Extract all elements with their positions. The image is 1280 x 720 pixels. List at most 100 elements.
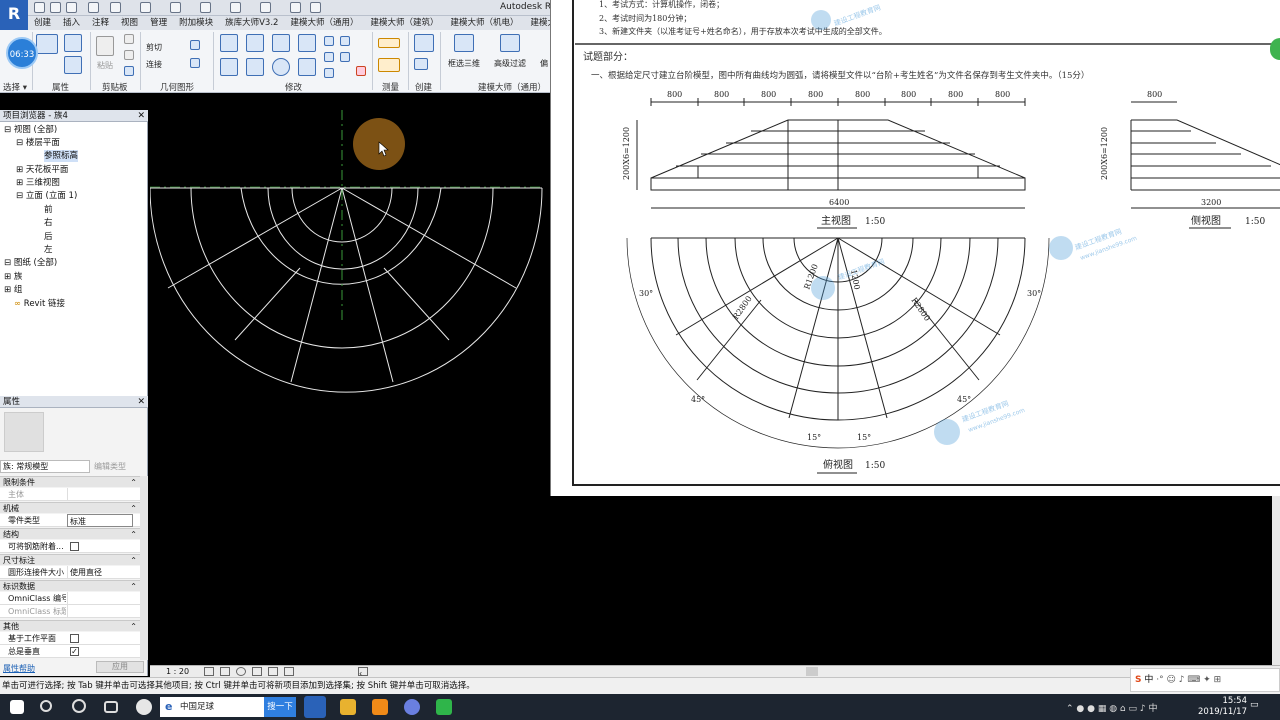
tab-insert[interactable]: 插入 — [57, 16, 86, 30]
advanced-filter-icon[interactable] — [500, 34, 520, 52]
tree-item-elevations[interactable]: ⊟ 立面 (立面 1) — [16, 190, 77, 202]
group-other[interactable]: 其他 ⌃ — [0, 620, 140, 631]
measure-distance-icon[interactable] — [378, 38, 400, 48]
group-dimensions[interactable]: 尺寸标注 ⌃ — [0, 554, 140, 565]
tab-modeling-arch[interactable]: 建模大师（建筑） — [364, 16, 444, 30]
group-constraints[interactable]: 限制条件 ⌃ — [0, 476, 140, 487]
cut-clip-icon[interactable] — [124, 50, 134, 60]
circle-size-field[interactable]: 使用直径 — [67, 566, 133, 579]
canvas-scrollbar[interactable] — [1272, 496, 1280, 665]
taskbar-search-input[interactable]: 中国足球 — [160, 697, 264, 717]
file-explorer-icon[interactable] — [340, 699, 356, 715]
tree-item-back[interactable]: 后 — [44, 231, 53, 243]
trim-icon[interactable] — [298, 58, 316, 76]
scale-icon[interactable] — [340, 36, 350, 46]
shadows-icon[interactable] — [252, 667, 262, 676]
crop-icon[interactable] — [268, 667, 278, 676]
family-types-icon[interactable] — [64, 56, 82, 74]
properties-scrollbar[interactable] — [140, 476, 148, 660]
move-icon[interactable] — [220, 58, 238, 76]
tree-item-floor-plans[interactable]: ⊟ 楼层平面 — [16, 137, 60, 149]
tree-item-sheets[interactable]: ⊟ 图纸 (全部) — [4, 257, 57, 269]
rotate-icon[interactable] — [272, 58, 290, 76]
frame-3d-icon[interactable] — [454, 34, 474, 52]
group-identity[interactable]: 标识数据 ⌃ — [0, 580, 140, 591]
tab-create[interactable]: 创建 — [28, 16, 57, 30]
edit-type-button[interactable]: 编辑类型 — [94, 460, 144, 473]
tree-item-ref-level[interactable]: 参照标高 — [44, 150, 79, 162]
mirror-axis-icon[interactable] — [272, 34, 290, 52]
qat-dropdown-icon[interactable] — [310, 2, 321, 13]
scroll-left-icon[interactable]: ‹ — [358, 667, 368, 678]
horizontal-scroll-thumb[interactable] — [806, 667, 818, 676]
hide-icon[interactable] — [284, 667, 294, 676]
undo-icon[interactable] — [88, 2, 99, 13]
cut-geometry-button[interactable]: 剪切 — [146, 42, 162, 53]
align-icon[interactable] — [220, 34, 238, 52]
close-icon[interactable]: ✕ — [137, 396, 145, 408]
app-icon-blue[interactable] — [404, 699, 420, 715]
paste-icon[interactable] — [96, 36, 114, 56]
tree-item-views[interactable]: ⊟ 视图 (全部) — [4, 124, 57, 136]
taskbar-search-button[interactable]: 搜一下 — [264, 697, 296, 717]
detail-level-icon[interactable] — [204, 667, 214, 676]
panel-select-label[interactable]: 选择 ▾ — [3, 81, 27, 93]
tree-item-right[interactable]: 右 — [44, 217, 53, 229]
apply-button[interactable]: 应用 — [96, 661, 144, 673]
match-icon[interactable] — [124, 66, 134, 76]
tree-item-left[interactable]: 左 — [44, 244, 53, 256]
part-type-field[interactable]: 标准 — [67, 514, 133, 527]
dimension-icon[interactable] — [378, 58, 400, 72]
app-icon-green[interactable] — [436, 699, 452, 715]
tree-item-revit-links[interactable]: ∞ Revit 链接 — [14, 298, 65, 310]
group-structure[interactable]: 结构 ⌃ — [0, 528, 140, 539]
close-icon[interactable]: ✕ — [137, 110, 145, 122]
ime-tools-icon[interactable]: ·° ☺ ♪ ⌨ ✦ ⊞ — [1156, 675, 1221, 685]
family-type-selector[interactable]: 族: 常规模型 — [0, 460, 90, 473]
notification-icon[interactable]: ▭ — [1250, 700, 1259, 710]
offset-icon[interactable] — [246, 34, 264, 52]
always-vertical-checkbox[interactable]: ✓ — [70, 647, 79, 656]
tab-addins[interactable]: 附加模块 — [173, 16, 219, 30]
cortana-icon[interactable] — [72, 699, 86, 713]
app-icon-orange[interactable] — [372, 699, 388, 715]
save-icon[interactable] — [50, 2, 61, 13]
tree-item-front[interactable]: 前 — [44, 204, 53, 216]
prop-value[interactable] — [67, 592, 133, 605]
tab-annotate[interactable]: 注释 — [86, 16, 115, 30]
ime-mode[interactable]: 中 — [1144, 675, 1153, 685]
view-scale[interactable]: 1 : 20 — [166, 666, 189, 677]
tab-modeling-general[interactable]: 建模大师（通用） — [284, 16, 364, 30]
geometry-icon-2[interactable] — [190, 58, 200, 68]
geometry-icon[interactable] — [190, 40, 200, 50]
rebar-checkbox[interactable] — [70, 542, 79, 551]
section-icon[interactable] — [230, 2, 241, 13]
properties-help-link[interactable]: 属性帮助 — [3, 663, 35, 674]
workplane-checkbox[interactable] — [70, 634, 79, 643]
tab-family-library[interactable]: 族库大师V3.2 — [219, 16, 284, 30]
windows-start-icon[interactable] — [10, 700, 24, 714]
thin-lines-icon[interactable] — [260, 2, 271, 13]
new-icon[interactable] — [34, 2, 45, 13]
tab-manage[interactable]: 管理 — [144, 16, 173, 30]
tab-view[interactable]: 视图 — [115, 16, 144, 30]
pin-icon[interactable] — [340, 52, 350, 62]
task-view-icon[interactable] — [104, 701, 118, 713]
drawing-canvas[interactable] — [149, 110, 550, 665]
sun-path-icon[interactable] — [236, 667, 246, 676]
frame-3d-label[interactable]: 框选三维 — [448, 58, 480, 69]
join-geometry-button[interactable]: 连接 — [146, 59, 162, 70]
pinned-app-icon[interactable] — [136, 699, 152, 715]
properties-icon[interactable] — [36, 34, 58, 54]
split-icon[interactable] — [324, 36, 334, 46]
tree-item-groups[interactable]: ⊞ 组 — [4, 284, 22, 296]
create-similar-icon[interactable] — [414, 58, 428, 70]
application-menu-button[interactable]: R — [0, 0, 28, 30]
type-properties-icon[interactable] — [64, 34, 82, 52]
sogou-icon[interactable]: S — [1135, 675, 1141, 685]
switch-window-icon[interactable] — [290, 2, 301, 13]
advanced-filter-label[interactable]: 高级过滤 — [494, 58, 526, 69]
3d-view-icon[interactable] — [200, 2, 211, 13]
mirror-draw-icon[interactable] — [298, 34, 316, 52]
search-icon[interactable] — [40, 700, 52, 712]
